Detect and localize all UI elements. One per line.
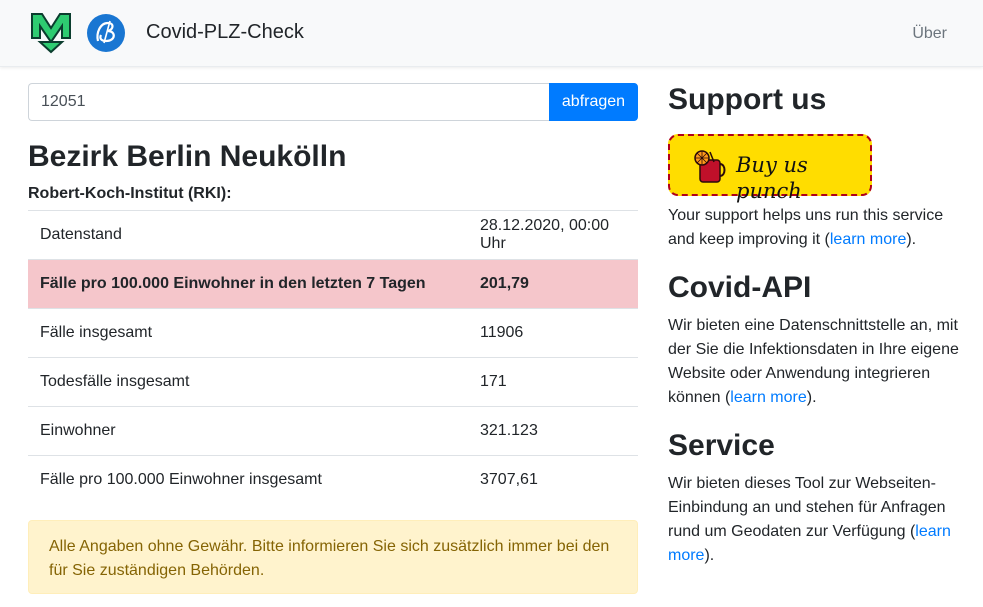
- stat-value: 11906: [468, 308, 638, 358]
- service-heading: Service: [668, 429, 775, 462]
- stat-value: 321.123: [468, 406, 638, 456]
- brand-title[interactable]: Covid-PLZ-Check: [146, 20, 304, 44]
- b-logo-icon[interactable]: [86, 13, 126, 53]
- support-text-end: ).: [906, 231, 917, 248]
- table-row: Datenstand 28.12.2020, 00:00 Uhr: [28, 210, 638, 260]
- data-source-label: Robert-Koch-Institut (RKI):: [28, 185, 232, 202]
- stat-value: 3707,61: [468, 455, 638, 504]
- table-row: Todesfälle insgesamt 171: [28, 357, 638, 407]
- navbar: Covid-PLZ-Check Über: [0, 0, 983, 67]
- support-text: Your support helps uns run this service …: [668, 204, 968, 252]
- stat-label: Fälle pro 100.000 Einwohner in den letzt…: [28, 259, 468, 309]
- api-learn-more-link[interactable]: learn more: [730, 389, 806, 406]
- support-heading: Support us: [668, 83, 827, 116]
- nav-link-about[interactable]: Über: [912, 24, 947, 44]
- table-row: Fälle insgesamt 11906: [28, 308, 638, 358]
- table-row: Fälle pro 100.000 Einwohner insgesamt 37…: [28, 455, 638, 504]
- stats-table: Datenstand 28.12.2020, 00:00 Uhr Fälle p…: [28, 210, 638, 504]
- stat-value: 201,79: [468, 259, 638, 309]
- stat-value: 28.12.2020, 00:00 Uhr: [468, 210, 638, 260]
- stat-label: Fälle insgesamt: [28, 308, 468, 358]
- service-text-start: Wir bieten dieses Tool zur Webseiten-Ein…: [668, 475, 946, 540]
- api-text-end: ).: [806, 389, 817, 406]
- stat-label: Einwohner: [28, 406, 468, 456]
- table-row: Einwohner 321.123: [28, 406, 638, 456]
- postal-code-search: abfragen: [28, 83, 638, 121]
- stat-label: Fälle pro 100.000 Einwohner insgesamt: [28, 455, 468, 504]
- api-text: Wir bieten eine Datenschnittstelle an, m…: [668, 314, 968, 410]
- punch-drink-icon: [694, 150, 726, 183]
- stat-label: Datenstand: [28, 210, 468, 260]
- table-row-highlight: Fälle pro 100.000 Einwohner in den letzt…: [28, 259, 638, 309]
- postal-code-input[interactable]: [28, 83, 550, 121]
- punch-button-label: Buy us punch: [736, 153, 808, 203]
- service-text-end: ).: [704, 547, 715, 564]
- query-button[interactable]: abfragen: [549, 83, 638, 121]
- buy-us-punch-button[interactable]: Buy us punch: [668, 134, 872, 203]
- m-logo-icon[interactable]: [30, 12, 72, 54]
- api-heading: Covid-API: [668, 271, 812, 304]
- disclaimer-alert: Alle Angaben ohne Gewähr. Bitte informie…: [28, 520, 638, 594]
- service-text: Wir bieten dieses Tool zur Webseiten-Ein…: [668, 472, 968, 568]
- district-title: Bezirk Berlin Neukölln: [28, 140, 347, 173]
- support-learn-more-link[interactable]: learn more: [830, 231, 906, 248]
- stat-value: 171: [468, 357, 638, 407]
- stat-label: Todesfälle insgesamt: [28, 357, 468, 407]
